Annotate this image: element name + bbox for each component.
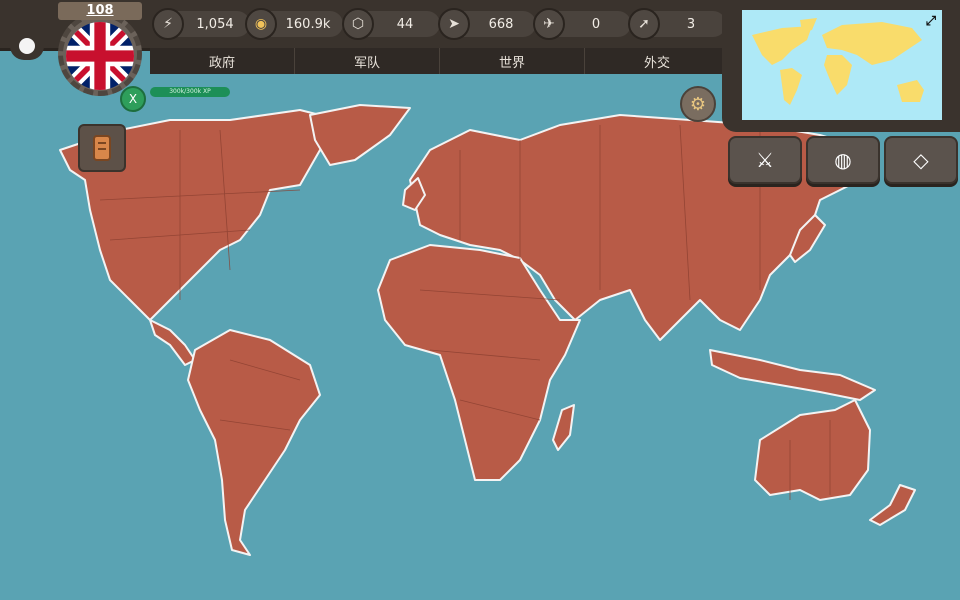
fullscreen-icon[interactable]: ⤢ (926, 14, 936, 29)
resource-tank-value: 668 (464, 11, 536, 37)
resource-energy-value: 1,054 (178, 11, 250, 37)
tab-diplomacy[interactable]: 外交 (585, 48, 730, 74)
minimap-panel: ⤢ (722, 0, 960, 132)
globe-icon: ◍ (834, 148, 852, 172)
scroll-button[interactable] (78, 124, 126, 172)
minimap[interactable] (742, 10, 942, 120)
gold-icon: ◉ (245, 8, 277, 40)
xp-progress-bar: 300k/300k XP (150, 87, 230, 97)
tank-icon: ➤ (438, 8, 470, 40)
settings-gear-button[interactable]: ⚙ (680, 86, 716, 122)
lightning-icon: ⚡ (152, 8, 184, 40)
tab-army[interactable]: 军队 (295, 48, 440, 74)
resource-tank[interactable]: ➤ 668 (438, 8, 536, 40)
resource-gold-value: 160.9k (271, 11, 343, 37)
shop-button[interactable]: ◇ (884, 136, 958, 184)
player-badge[interactable]: 108 X (50, 0, 150, 112)
minimap-world (752, 18, 924, 105)
resource-plane[interactable]: ✈ 0 (533, 8, 631, 40)
gear-icon: ⚙ (689, 93, 707, 115)
menu-button[interactable] (10, 34, 44, 60)
player-level: 108 (58, 2, 142, 20)
resource-plane-value: 0 (559, 11, 631, 37)
tab-world[interactable]: 世界 (440, 48, 585, 74)
resource-manpower[interactable]: ⬡ 44 (342, 8, 440, 40)
white-dot-icon (19, 38, 35, 54)
manpower-icon: ⬡ (342, 8, 374, 40)
scroll-icon (93, 135, 111, 161)
resource-missile[interactable]: ➚ 3 (628, 8, 726, 40)
missile-icon: ➚ (628, 8, 660, 40)
plane-icon: ✈ (533, 8, 565, 40)
resource-missile-value: 3 (654, 11, 726, 37)
resource-gold[interactable]: ◉ 160.9k (245, 8, 343, 40)
diamond-icon: ◇ (913, 148, 929, 172)
world-button[interactable]: ◍ (806, 136, 880, 184)
resource-manpower-value: 44 (368, 11, 440, 37)
resource-energy[interactable]: ⚡ 1,054 (152, 8, 250, 40)
uk-flag-icon (66, 22, 134, 90)
attack-button[interactable]: ⚔ (728, 136, 802, 184)
tab-government[interactable]: 政府 (150, 48, 295, 74)
close-x-button[interactable]: X (120, 86, 146, 112)
sword-icon: ⚔ (756, 148, 774, 172)
main-tab-bar: 政府 军队 世界 外交 (150, 48, 730, 74)
